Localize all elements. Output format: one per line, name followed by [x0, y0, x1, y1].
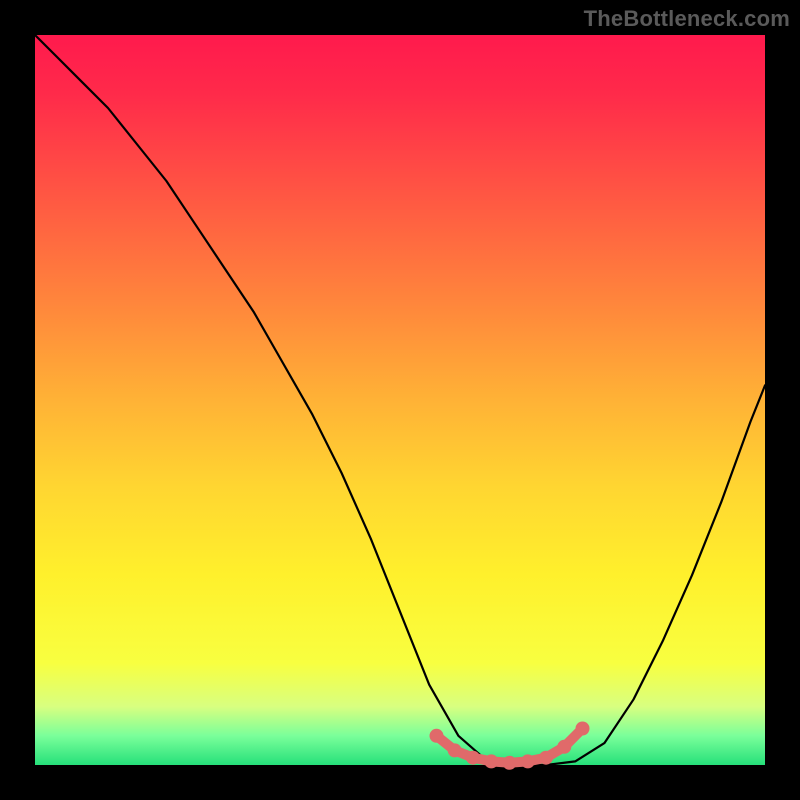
- optimal-marker-dot: [521, 754, 535, 768]
- optimal-marker-dot: [448, 743, 462, 757]
- optimal-marker-dot: [430, 729, 444, 743]
- chart-frame: TheBottleneck.com: [0, 0, 800, 800]
- optimal-marker-dot: [466, 751, 480, 765]
- curve-layer: [35, 35, 765, 765]
- optimal-marker-dot: [484, 754, 498, 768]
- plot-area: [35, 35, 765, 765]
- optimal-marker-dot: [576, 722, 590, 736]
- watermark-text: TheBottleneck.com: [584, 6, 790, 32]
- bottleneck-curve-path: [35, 35, 765, 765]
- optimal-marker-dot: [503, 756, 517, 770]
- optimal-marker-dot: [539, 751, 553, 765]
- optimal-marker-dot: [557, 740, 571, 754]
